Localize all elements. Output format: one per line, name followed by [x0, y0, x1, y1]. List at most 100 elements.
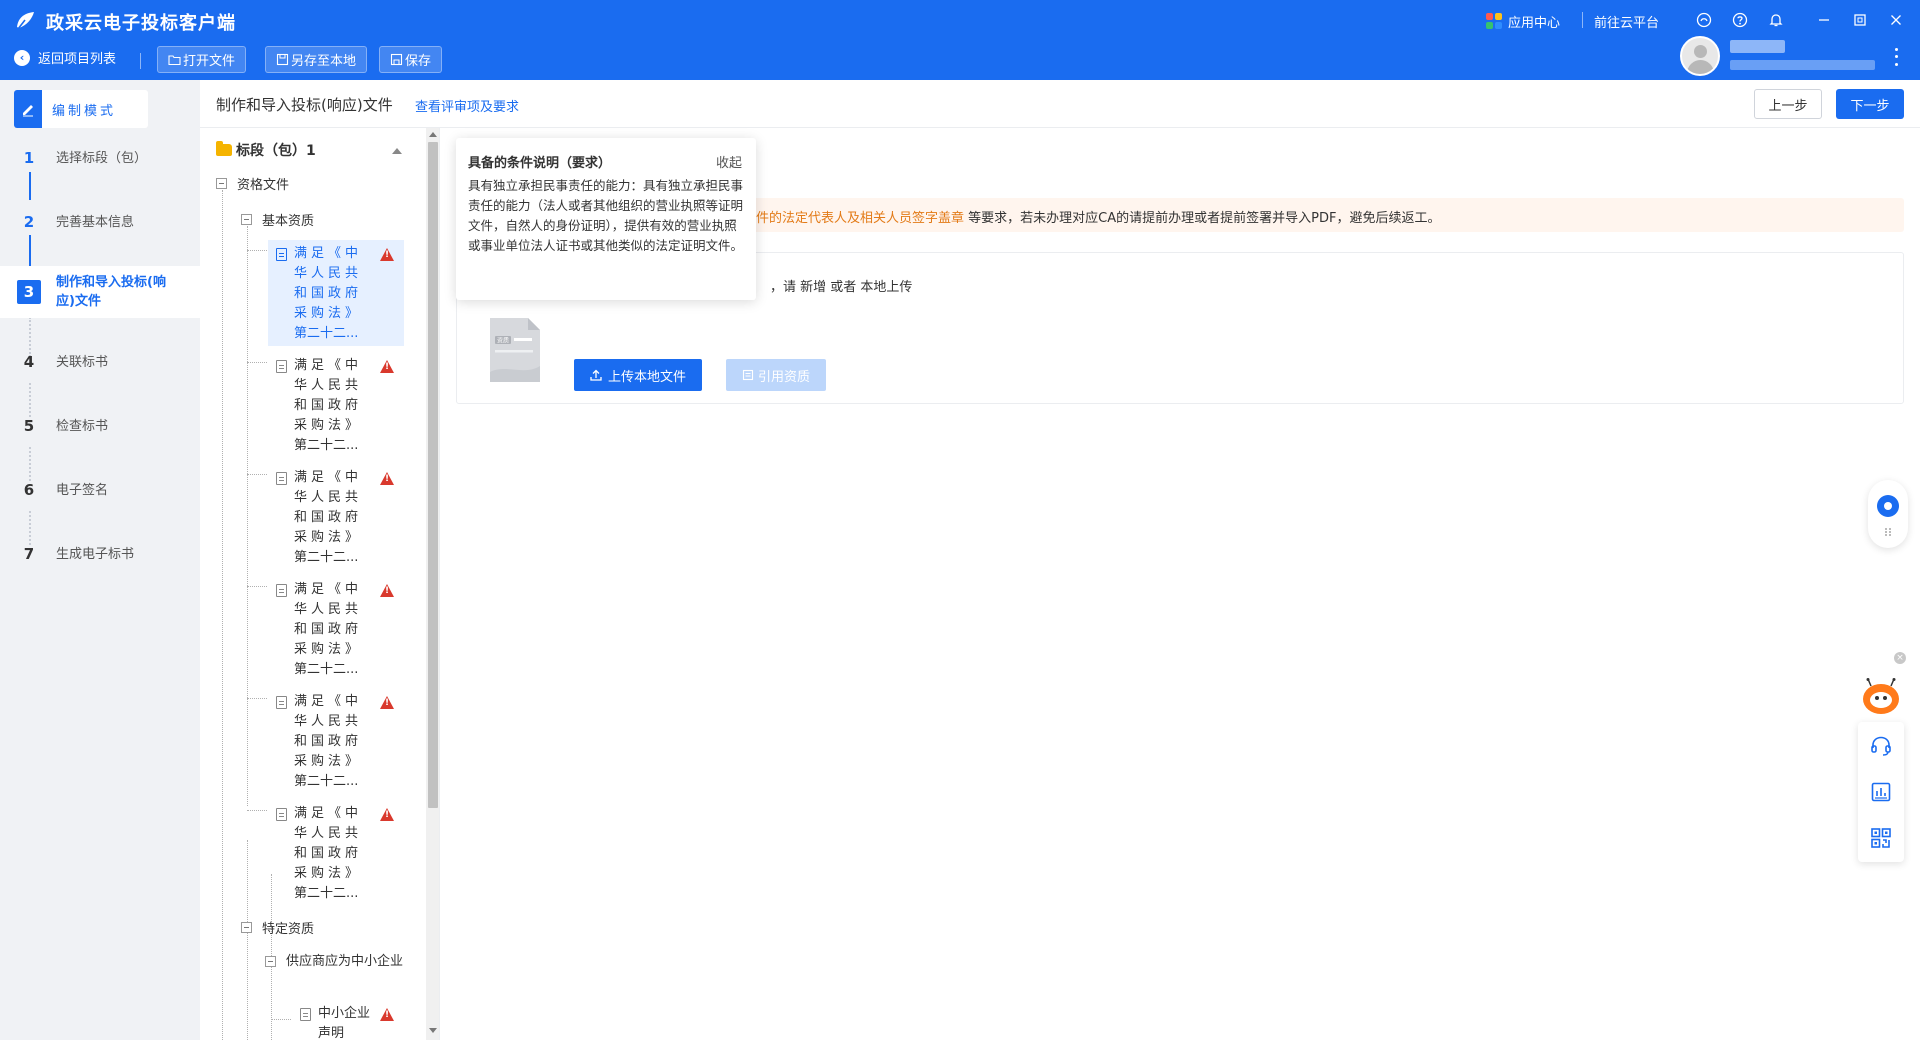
goto-cloud-link[interactable]: 前往云平台 — [1594, 10, 1659, 32]
help-icon[interactable] — [1730, 10, 1750, 30]
open-file-label: 打开文件 — [183, 54, 236, 69]
tree-node-basic[interactable]: 基本资质 — [241, 210, 314, 229]
tree-root-section[interactable]: 标段（包）1 — [216, 140, 316, 160]
tree-doc-label: 满足《中华人民共和国政府采购法》第二十二... — [294, 246, 363, 341]
step-number: 6 — [23, 481, 35, 499]
step-label: 选择标段（包） — [56, 150, 148, 166]
maximize-icon[interactable] — [1850, 10, 1870, 30]
edit-mode-button[interactable]: 编制模式 — [14, 90, 148, 128]
cite-qualification-button[interactable]: 引用资质 — [726, 359, 826, 391]
tree-node-label: 资格文件 — [237, 178, 290, 193]
tree-doc-label: 中小企业声明 — [318, 1006, 371, 1040]
qualification-document-illustration: 资质 — [490, 318, 540, 382]
step-1[interactable]: 1 选择标段（包） — [0, 142, 200, 174]
warning-icon — [380, 360, 394, 373]
tree-guide — [247, 474, 267, 475]
warning-icon — [380, 1008, 394, 1021]
document-tree: 标段（包）1 资格文件 基本资质 满足《中华人民共和国政府采购法》第二十二...… — [200, 128, 440, 1040]
open-file-button[interactable]: 打开文件 — [157, 46, 247, 73]
save-as-icon — [276, 53, 289, 66]
upload-local-file-button[interactable]: 上传本地文件 — [574, 359, 702, 391]
tree-node-label: 特定资质 — [262, 922, 315, 937]
step-4[interactable]: 4 关联标书 — [0, 346, 200, 378]
scrollbar-thumb[interactable] — [428, 142, 438, 808]
upload-icon — [590, 369, 602, 381]
collapse-node-icon[interactable] — [241, 214, 252, 225]
step-2[interactable]: 2 完善基本信息 — [0, 206, 200, 238]
divider — [140, 53, 141, 69]
step-7[interactable]: 7 生成电子标书 — [0, 538, 200, 570]
tree-guide — [247, 362, 267, 363]
tree-guide — [271, 1019, 291, 1020]
save-icon — [390, 53, 403, 66]
tree-guide — [247, 810, 267, 811]
tree-node-sme[interactable]: 供应商应为中小企业 — [265, 952, 404, 972]
minimize-icon[interactable] — [1814, 10, 1834, 30]
step-6[interactable]: 6 电子签名 — [0, 474, 200, 506]
step-label: 检查标书 — [56, 418, 109, 434]
pen-icon — [14, 90, 42, 128]
previous-step-button[interactable]: 上一步 — [1754, 89, 1822, 119]
tree-doc-item[interactable]: 满足《中华人民共和国政府采购法》第二十二... — [268, 240, 404, 346]
tree-guide — [247, 226, 248, 806]
content-header: 制作和导入投标(响应)文件 查看评审项及要求 上一步 下一步 — [200, 80, 1920, 128]
drag-handle-icon[interactable] — [1885, 528, 1891, 536]
scroll-down-icon[interactable] — [429, 1028, 437, 1033]
tree-doc-label: 满足《中华人民共和国政府采购法》第二十二... — [294, 582, 363, 677]
save-button[interactable]: 保存 — [379, 46, 443, 73]
customer-service-icon[interactable] — [1869, 734, 1893, 758]
tree-doc-item[interactable]: 满足《中华人民共和国政府采购法》第二十二... — [268, 464, 404, 570]
step-number: 2 — [23, 213, 35, 231]
upload-label: 上传本地文件 — [607, 369, 686, 385]
tree-doc-item[interactable]: 满足《中华人民共和国政府采购法》第二十二... — [268, 688, 404, 794]
step-connector — [29, 172, 31, 200]
tree-doc-item[interactable]: 中小企业声明 — [292, 1000, 404, 1040]
document-icon — [300, 1008, 311, 1021]
step-3[interactable]: 3 制作和导入投标(响应)文件 — [0, 266, 200, 318]
tree-guide — [222, 190, 223, 1040]
mascot-close-icon[interactable]: × — [1894, 652, 1906, 664]
collapse-node-icon[interactable] — [216, 178, 227, 189]
tree-doc-item[interactable]: 满足《中华人民共和国政府采购法》第二十二... — [268, 352, 404, 458]
view-review-items-link[interactable]: 查看评审项及要求 — [415, 96, 519, 115]
tree-scrollbar[interactable] — [426, 128, 439, 1040]
document-icon — [276, 584, 287, 597]
tree-doc-label: 满足《中华人民共和国政府采购法》第二十二... — [294, 358, 363, 453]
tree-root-label: 标段（包）1 — [236, 143, 316, 159]
collapse-popover-button[interactable]: 收起 — [716, 152, 742, 171]
step-label: 关联标书 — [56, 354, 109, 370]
warning-icon — [380, 472, 394, 485]
collapse-icon[interactable] — [392, 148, 402, 154]
mascot-icon[interactable] — [1862, 678, 1900, 714]
avatar[interactable] — [1680, 36, 1720, 76]
collapse-node-icon[interactable] — [265, 956, 276, 967]
tree-doc-label: 满足《中华人民共和国政府采购法》第二十二... — [294, 694, 363, 789]
popover-body: 具有独立承担民事责任的能力：具有独立承担民事责任的能力（法人或者其他组织的营业执… — [468, 178, 744, 253]
qr-code-icon[interactable] — [1869, 826, 1893, 850]
close-icon[interactable] — [1886, 10, 1906, 30]
step-5[interactable]: 5 检查标书 — [0, 410, 200, 442]
chart-report-icon[interactable] — [1869, 780, 1893, 804]
floating-assistant[interactable] — [1868, 480, 1908, 548]
back-to-project-list-button[interactable]: ‹ 返回项目列表 — [14, 48, 116, 67]
app-logo-icon — [17, 12, 34, 30]
chat-bubble-icon — [1877, 495, 1899, 517]
tree-node-label: 供应商应为中小企业 — [286, 954, 404, 969]
more-menu-icon[interactable] — [1888, 46, 1904, 68]
step-label: 完善基本信息 — [56, 214, 135, 230]
scroll-up-icon[interactable] — [429, 132, 437, 137]
app-center-link[interactable]: 应用中心 — [1486, 10, 1560, 32]
save-local-button[interactable]: 另存至本地 — [265, 46, 368, 73]
service-icon[interactable] — [1694, 10, 1714, 30]
tree-guide — [247, 586, 267, 587]
tree-doc-item[interactable]: 满足《中华人民共和国政府采购法》第二十二... — [268, 800, 404, 906]
notification-bell-icon[interactable] — [1766, 10, 1786, 30]
next-step-button[interactable]: 下一步 — [1836, 89, 1904, 119]
avatar-head — [1694, 45, 1707, 58]
collapse-node-icon[interactable] — [241, 922, 252, 933]
tree-doc-item[interactable]: 满足《中华人民共和国政府采购法》第二十二... — [268, 576, 404, 682]
step-navigation: 编制模式 1 选择标段（包） 2 完善基本信息 3 制作和导入投标(响应)文件 … — [0, 80, 200, 1040]
step-number: 3 — [17, 280, 41, 304]
tree-node-specific[interactable]: 特定资质 — [241, 918, 314, 937]
tree-node-qualification[interactable]: 资格文件 — [216, 174, 289, 193]
